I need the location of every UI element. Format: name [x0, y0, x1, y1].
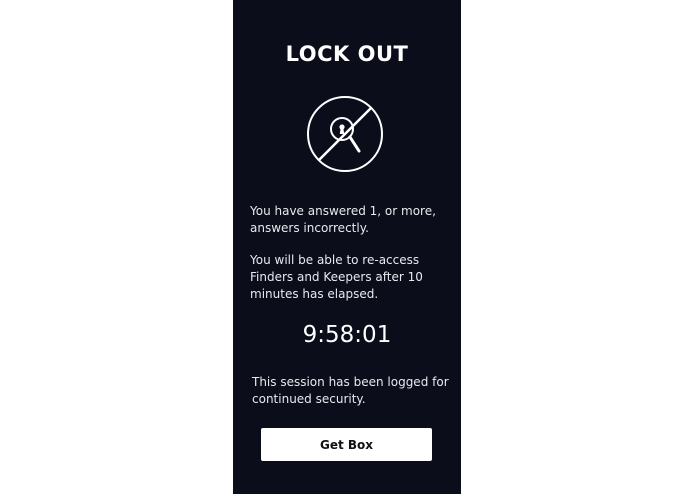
- lockout-screen: LOCK OUT You have answered 1, or more, a…: [233, 0, 461, 494]
- reaccess-message: You will be able to re-access Finders an…: [250, 253, 423, 301]
- get-box-button[interactable]: Get Box: [261, 428, 432, 461]
- countdown-timer: 9:58:01: [302, 322, 392, 348]
- session-logged-message: This session has been logged for continu…: [252, 375, 449, 406]
- search-blocked-icon: [306, 95, 384, 173]
- page-title: LOCK OUT: [285, 42, 409, 66]
- incorrect-answers-message: You have answered 1, or more, answers in…: [250, 204, 436, 235]
